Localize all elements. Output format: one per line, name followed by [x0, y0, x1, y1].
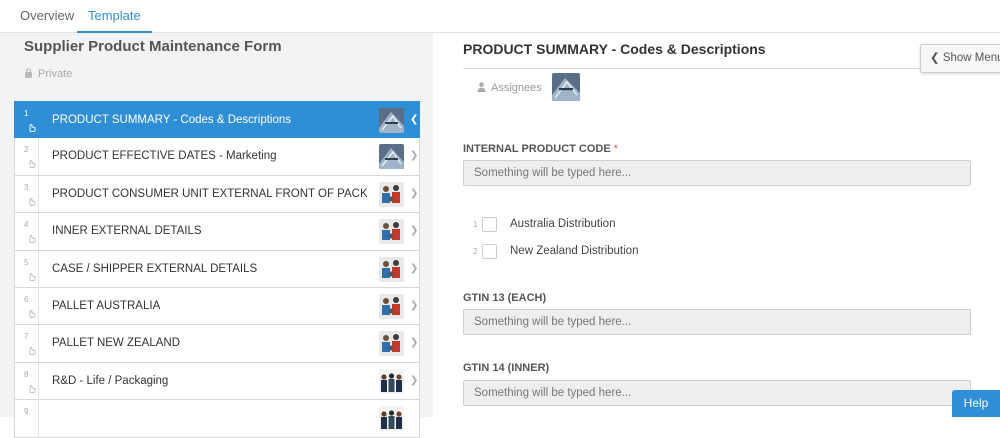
chevron-right-icon: ❯	[410, 262, 419, 274]
help-button[interactable]: Help	[952, 390, 1000, 417]
gtin-13-input[interactable]: Something will be typed here...	[463, 309, 971, 335]
hand-pointer-icon	[29, 235, 36, 244]
task-number-column: 4	[15, 213, 39, 250]
task-detail-panel: PRODUCT SUMMARY - Codes & Descriptions A…	[433, 33, 1000, 417]
task-number: 7	[24, 332, 29, 342]
task-item[interactable]: 1 PRODUCT SUMMARY - Codes & Descriptions…	[14, 101, 420, 139]
task-label: PRODUCT EFFECTIVE DATES - Marketing	[52, 150, 277, 163]
hand-pointer-icon	[29, 197, 36, 206]
field-label-gtin-13: GTIN 13 (EACH)	[463, 292, 547, 304]
chevron-right-icon: ❯	[410, 299, 419, 311]
task-thumbnail	[379, 219, 404, 245]
assignees-label: Assignees	[491, 82, 542, 94]
task-list: 1 PRODUCT SUMMARY - Codes & Descriptions…	[14, 101, 420, 438]
task-item[interactable]: 9	[14, 400, 420, 438]
task-number: 1	[24, 109, 29, 118]
show-menu-label: Show Menu	[942, 52, 1000, 64]
task-thumbnail	[379, 108, 404, 133]
task-number-column: 3	[15, 175, 39, 213]
hand-pointer-icon	[29, 272, 36, 281]
chevron-right-icon: ❯	[410, 187, 419, 199]
task-label: PRODUCT CONSUMER UNIT EXTERNAL FRONT OF …	[52, 187, 368, 200]
person-icon	[477, 82, 486, 92]
task-number: 2	[24, 145, 29, 155]
checkbox-label: Australia Distribution	[510, 218, 616, 230]
chevron-right-icon: ❯	[410, 374, 419, 386]
task-number-column: 2	[15, 138, 39, 175]
template-sidebar: Supplier Product Maintenance Form Privat…	[0, 33, 433, 438]
task-label: PRODUCT SUMMARY - Codes & Descriptions	[52, 114, 292, 126]
task-label: PALLET AUSTRALIA	[52, 299, 161, 312]
tab-bar: Overview Template	[0, 0, 1000, 33]
task-label: R&D - Life / Packaging	[52, 374, 169, 387]
task-label: INNER EXTERNAL DETAILS	[52, 225, 202, 238]
required-asterisk: *	[613, 143, 618, 155]
chevron-right-icon: ❯	[410, 150, 419, 162]
show-menu-button[interactable]: ❮ Show Menu	[920, 44, 1000, 73]
field-label-gtin-14: GTIN 14 (INNER)	[463, 362, 550, 374]
task-thumbnail	[379, 144, 404, 170]
hand-pointer-icon	[29, 124, 36, 132]
task-label: CASE / SHIPPER EXTERNAL DETAILS	[52, 262, 258, 275]
task-number-column: 1	[15, 102, 39, 138]
task-number-column: 6	[15, 287, 39, 325]
task-item[interactable]: 6 PALLET AUSTRALIA ❯	[14, 287, 420, 326]
checkbox-number: 1	[473, 220, 478, 229]
task-number-column: 7	[15, 325, 39, 362]
task-item[interactable]: 8 R&D - Life / Packaging ❯	[14, 362, 420, 401]
task-thumbnail	[379, 256, 404, 282]
task-title: PRODUCT SUMMARY - Codes & Descriptions	[463, 41, 766, 57]
chevron-left-icon: ❮	[930, 52, 943, 64]
task-thumbnail	[379, 331, 404, 357]
task-label: PALLET NEW ZEALAND	[52, 337, 181, 350]
tab-template[interactable]: Template	[77, 0, 152, 33]
task-item[interactable]: 5 CASE / SHIPPER EXTERNAL DETAILS ❯	[14, 250, 420, 288]
task-number: 3	[24, 182, 29, 192]
checkbox[interactable]	[482, 244, 497, 259]
task-item[interactable]: 2 PRODUCT EFFECTIVE DATES - Marketing ❯	[14, 138, 420, 176]
chevron-left-icon: ❮	[410, 114, 419, 125]
task-item[interactable]: 7 PALLET NEW ZEALAND ❯	[14, 325, 420, 363]
task-thumbnail	[379, 406, 404, 432]
chevron-right-icon: ❯	[410, 337, 419, 349]
privacy-status: Private	[24, 67, 72, 80]
hand-pointer-icon	[29, 160, 36, 169]
task-number-column: 5	[15, 250, 39, 287]
task-number: 6	[24, 294, 29, 304]
task-thumbnail	[379, 368, 404, 394]
task-item[interactable]: 3 PRODUCT CONSUMER UNIT EXTERNAL FRONT O…	[14, 175, 420, 214]
task-thumbnail	[379, 293, 404, 319]
task-number: 5	[24, 257, 29, 267]
task-number-column: 9	[15, 400, 39, 437]
chevron-right-icon: ❯	[410, 225, 419, 237]
task-item[interactable]: 4 INNER EXTERNAL DETAILS ❯	[14, 213, 420, 251]
form-title: Supplier Product Maintenance Form	[24, 38, 282, 55]
checkbox-number: 2	[473, 247, 478, 256]
task-number: 9	[24, 407, 29, 417]
gtin-14-input[interactable]: Something will be typed here...	[463, 380, 971, 406]
task-number: 8	[24, 369, 29, 379]
hand-pointer-icon	[29, 384, 36, 393]
hand-pointer-icon	[29, 347, 36, 356]
field-label-internal-product-code: INTERNAL PRODUCT CODE *	[463, 143, 618, 155]
checkbox-label: New Zealand Distribution	[510, 245, 639, 257]
lock-icon	[25, 68, 32, 78]
task-number: 4	[24, 220, 29, 230]
hand-pointer-icon	[29, 310, 36, 318]
task-thumbnail	[379, 181, 404, 207]
checkbox[interactable]	[482, 217, 497, 232]
assignees[interactable]: Assignees	[477, 81, 542, 95]
internal-product-code-input[interactable]: Something will be typed here...	[463, 160, 971, 186]
avatar[interactable]	[552, 73, 580, 101]
privacy-label: Private	[38, 68, 73, 80]
tab-overview[interactable]: Overview	[9, 0, 85, 33]
task-number-column: 8	[15, 362, 39, 400]
